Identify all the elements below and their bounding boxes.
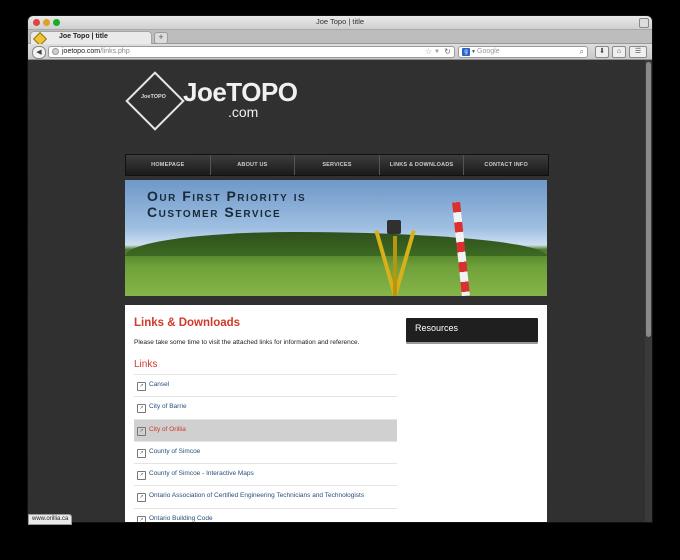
- download-icon: ⬇: [599, 48, 605, 55]
- window-title: Joe Topo | title: [315, 17, 365, 26]
- url-bar[interactable]: joetopo.com/links.php ☆ ▼ ↻: [48, 46, 455, 58]
- new-tab-button[interactable]: +: [154, 32, 168, 44]
- survey-tripod-image: [373, 220, 417, 296]
- link-label[interactable]: City of Barrie: [149, 403, 187, 410]
- search-bar[interactable]: g ▼ Google ⌕: [458, 46, 588, 58]
- logo-domain: .com: [228, 104, 259, 120]
- banner-line-2: Customer Service: [147, 204, 282, 220]
- search-engine-dropdown-icon[interactable]: ▼: [471, 47, 476, 57]
- main-menu: HOMEPAGE ABOUT US SERVICES LINKS & DOWNL…: [125, 154, 549, 176]
- resources-panel: Resources: [406, 318, 538, 342]
- link-item-ontario-building-code[interactable]: ↗ Ontario Building Code: [134, 509, 397, 522]
- link-item-county-of-simcoe-maps[interactable]: ↗ County of Simcoe - Interactive Maps: [134, 464, 397, 487]
- link-label[interactable]: Cansel: [149, 381, 169, 388]
- home-button[interactable]: ⌂: [612, 46, 626, 58]
- reload-icon[interactable]: ↻: [444, 47, 451, 57]
- menu-item-contact-info[interactable]: CONTACT INFO: [464, 155, 548, 175]
- menu-item-links-downloads[interactable]: LINKS & DOWNLOADS: [380, 155, 465, 175]
- url-path: /links.php: [100, 48, 130, 55]
- tab-title: Joe Topo | title: [59, 33, 108, 40]
- menu-item-about-us[interactable]: ABOUT US: [211, 155, 296, 175]
- logo-diamond-icon: [125, 71, 185, 131]
- link-label[interactable]: County of Simcoe - Interactive Maps: [149, 470, 254, 477]
- status-bar-url: www.orillia.ca: [28, 514, 73, 525]
- link-item-cansel[interactable]: ↗ Cansel: [134, 375, 397, 398]
- link-item-oacett[interactable]: ↗ Ontario Association of Certified Engine…: [134, 486, 397, 509]
- scrollbar-thumb[interactable]: [646, 62, 651, 337]
- back-button[interactable]: ◀: [32, 46, 46, 59]
- banner-headline: Our First Priority is Customer Service: [147, 188, 306, 220]
- url-text[interactable]: joetopo.com/links.php: [62, 47, 130, 57]
- tab-joe-topo[interactable]: Joe Topo | title: [30, 31, 152, 47]
- toolbar-toggle-button[interactable]: [639, 18, 649, 28]
- links-heading: Links: [134, 359, 158, 370]
- title-bar: Joe Topo | title: [28, 16, 652, 30]
- search-go-icon[interactable]: ⌕: [580, 47, 584, 57]
- bookmark-star-icon[interactable]: ☆: [425, 47, 432, 57]
- site-identity-icon[interactable]: [52, 48, 59, 55]
- navigation-toolbar: ◀ joetopo.com/links.php ☆ ▼ ↻ g ▼ Google…: [28, 44, 652, 60]
- menu-item-homepage[interactable]: HOMEPAGE: [126, 155, 211, 175]
- external-link-icon: ↗: [137, 471, 146, 481]
- resources-title: Resources: [415, 323, 459, 333]
- link-label[interactable]: Ontario Association of Certified Enginee…: [149, 492, 364, 499]
- external-link-icon: ↗: [137, 515, 146, 522]
- banner-line-1: Our First Priority is: [147, 188, 307, 204]
- external-link-icon: ↗: [137, 448, 146, 458]
- menu-button[interactable]: ☰: [629, 46, 647, 58]
- menu-item-services[interactable]: SERVICES: [295, 155, 380, 175]
- menu-icon: ☰: [634, 48, 642, 55]
- link-label[interactable]: County of Simcoe: [149, 448, 200, 455]
- links-list: ↗ Cansel ↗ City of Barrie ↗ City of Orillia…: [134, 374, 397, 522]
- hero-banner: Our First Priority is Customer Service: [125, 180, 547, 296]
- search-engine-icon[interactable]: g: [462, 48, 470, 56]
- browser-window: Joe Topo | title Joe Topo | title + ◀ jo…: [28, 16, 652, 522]
- external-link-icon: ↗: [137, 404, 146, 414]
- link-label[interactable]: City of Orillia: [149, 426, 186, 433]
- main-content: Links & Downloads Please take some time …: [125, 305, 547, 522]
- banner-treeline: [125, 232, 547, 256]
- link-item-city-of-orillia[interactable]: ↗ City of Orillia: [134, 419, 397, 442]
- vertical-scrollbar[interactable]: [645, 60, 652, 522]
- link-label[interactable]: Ontario Building Code: [149, 515, 213, 522]
- tab-bar: Joe Topo | title +: [28, 30, 652, 47]
- link-item-city-of-barrie[interactable]: ↗ City of Barrie: [134, 397, 397, 420]
- history-dropdown-icon[interactable]: ▼: [434, 47, 440, 57]
- intro-text: Please take some time to visit the attac…: [134, 339, 360, 346]
- page-viewport: JoeTOPO JoeTOPO .com HOMEPAGE ABOUT US S…: [28, 60, 652, 522]
- site-logo[interactable]: JoeTOPO JoeTOPO .com: [125, 71, 318, 134]
- url-domain: joetopo.com: [62, 48, 101, 55]
- search-input[interactable]: Google: [477, 47, 500, 57]
- home-icon: ⌂: [616, 48, 622, 55]
- external-link-icon: ↗: [137, 493, 146, 503]
- back-icon: ◀: [36, 49, 42, 56]
- logo-badge: JoeTOPO: [141, 94, 166, 100]
- downloads-button[interactable]: ⬇: [595, 46, 609, 58]
- link-item-county-of-simcoe[interactable]: ↗ County of Simcoe: [134, 442, 397, 465]
- page-title: Links & Downloads: [134, 317, 241, 329]
- external-link-icon: ↗: [137, 426, 146, 436]
- external-link-icon: ↗: [137, 382, 146, 391]
